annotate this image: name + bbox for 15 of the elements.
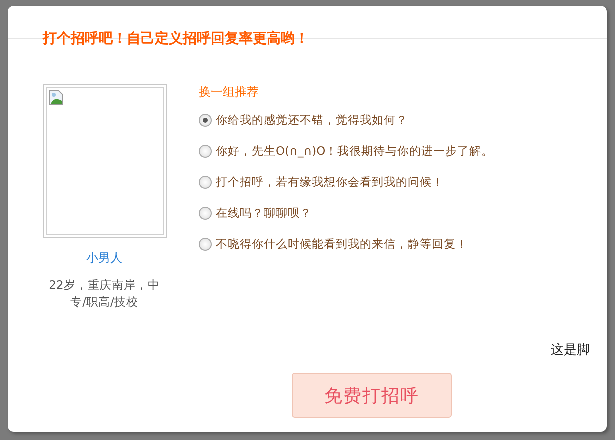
radio-button[interactable]	[199, 238, 212, 251]
radio-button[interactable]	[199, 114, 212, 127]
radio-button[interactable]	[199, 207, 212, 220]
greeting-option[interactable]: 你给我的感觉还不错，觉得我如何？	[216, 113, 408, 128]
greeting-option[interactable]: 在线吗？聊聊呗？	[216, 206, 312, 221]
greeting-option[interactable]: 不晓得你什么时候能看到我的来信，静等回复！	[216, 237, 468, 252]
broken-image-icon	[48, 90, 64, 106]
footer-text: 这是脚	[551, 342, 590, 359]
dialog-title: 打个招呼吧！自己定义招呼回复率更高哟！	[43, 30, 309, 48]
radio-button[interactable]	[199, 145, 212, 158]
profile-details: 22岁，重庆南岸，中专/职高/技校	[48, 277, 161, 311]
greeting-option[interactable]: 打个招呼，若有缘我想你会看到我的问候！	[216, 175, 444, 190]
radio-button[interactable]	[199, 176, 212, 189]
greeting-option[interactable]: 你好，先生O(∩_∩)O！我很期待与你的进一步了解。	[216, 144, 494, 159]
profile-name[interactable]: 小男人	[86, 250, 122, 267]
